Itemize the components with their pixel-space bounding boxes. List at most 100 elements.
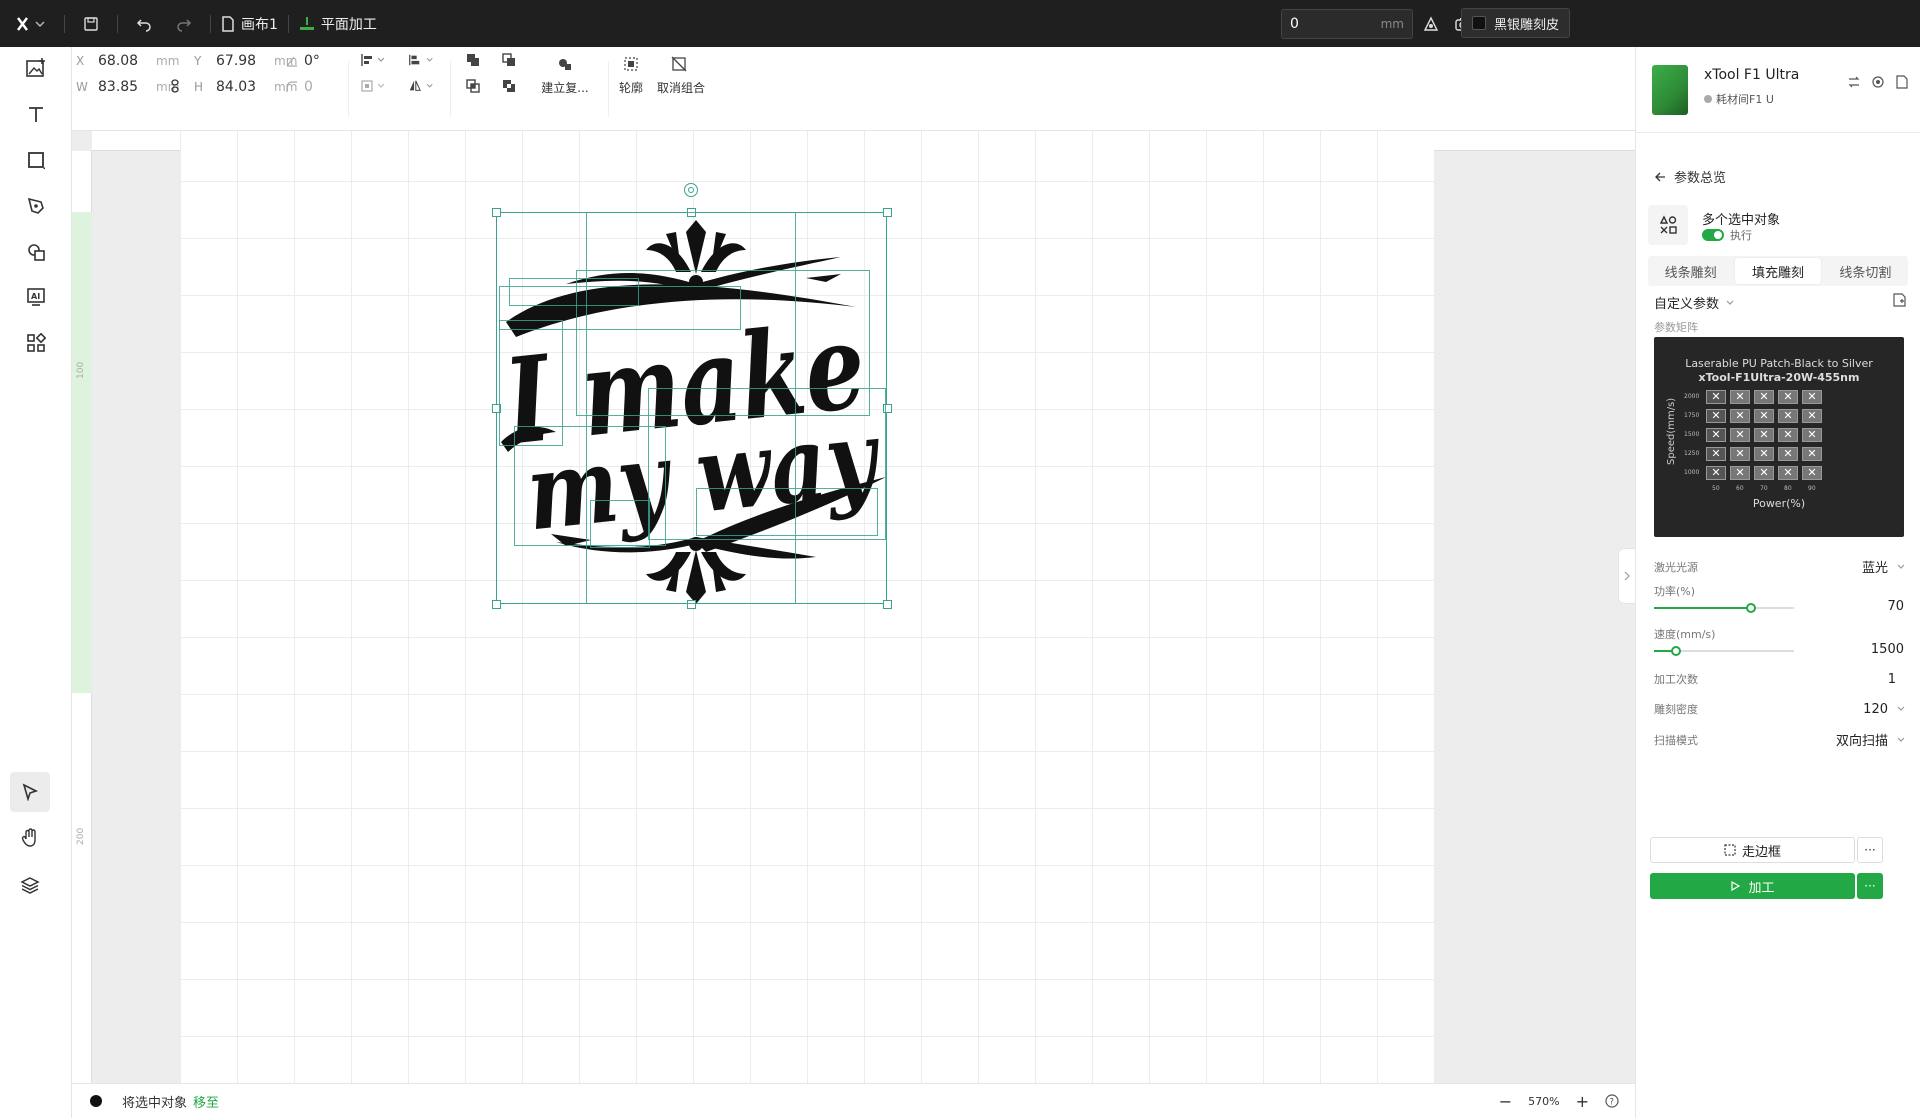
speed-slider-knob[interactable]: [1671, 646, 1682, 656]
h-field[interactable]: H 84.03 mm: [194, 79, 297, 95]
outline-label[interactable]: 轮廓: [612, 79, 650, 96]
resize-handle[interactable]: [492, 208, 501, 217]
matrix-cell[interactable]: ✕: [1802, 428, 1822, 442]
align-icon[interactable]: [360, 47, 386, 73]
canvas-area[interactable]: 0 100 200 100 200 I make my way: [72, 131, 1635, 1083]
logo-icon[interactable]: [8, 8, 54, 40]
shape-tool-button[interactable]: [16, 140, 56, 180]
array-icon[interactable]: [360, 73, 386, 99]
matrix-cell[interactable]: ✕: [1706, 428, 1726, 442]
matrix-cell[interactable]: ✕: [1706, 466, 1726, 480]
matrix-cell[interactable]: ✕: [1778, 466, 1798, 480]
matrix-cell[interactable]: ✕: [1754, 390, 1774, 404]
text-tool-button[interactable]: [16, 94, 56, 134]
zoom-level[interactable]: 570%: [1528, 1095, 1559, 1108]
matrix-cell[interactable]: ✕: [1778, 390, 1798, 404]
scan-mode-row[interactable]: 扫描模式 双向扫描: [1654, 730, 1906, 749]
y-field[interactable]: Y 67.98 mm: [194, 53, 297, 69]
resize-handle[interactable]: [883, 208, 892, 217]
switch-device-icon[interactable]: [1847, 75, 1861, 89]
tab-line-cut[interactable]: 线条切割: [1823, 256, 1908, 286]
matrix-cell[interactable]: ✕: [1754, 409, 1774, 423]
back-arrow-icon[interactable]: [1654, 171, 1666, 183]
zoom-in-icon[interactable]: +: [1576, 1092, 1589, 1111]
move-to-link[interactable]: 移至: [193, 1092, 219, 1111]
matrix-cell[interactable]: ✕: [1802, 466, 1822, 480]
passes-row[interactable]: 加工次数 1: [1654, 671, 1906, 687]
execute-toggle[interactable]: [1702, 229, 1724, 241]
help-icon[interactable]: ?: [1605, 1094, 1619, 1108]
density-row[interactable]: 雕刻密度 120: [1654, 701, 1906, 717]
matrix-cell[interactable]: ✕: [1778, 428, 1798, 442]
exclude-icon[interactable]: [496, 73, 522, 99]
elements-tool-button[interactable]: [16, 232, 56, 272]
tab-fill-engrave[interactable]: 填充雕刻: [1735, 258, 1821, 284]
hand-tool-button[interactable]: [10, 818, 50, 858]
matrix-cell[interactable]: ✕: [1730, 409, 1750, 423]
process-more-button[interactable]: ···: [1857, 873, 1883, 899]
matrix-cell[interactable]: ✕: [1802, 409, 1822, 423]
frame-more-button[interactable]: ···: [1857, 837, 1883, 863]
work-board[interactable]: I make my way: [180, 131, 1434, 1083]
matrix-cell[interactable]: ✕: [1778, 409, 1798, 423]
subtract-icon[interactable]: [496, 47, 522, 73]
canvas-tab[interactable]: 画布1: [221, 14, 278, 34]
flip-icon[interactable]: [408, 73, 434, 99]
collapse-panel-tab[interactable]: [1618, 548, 1635, 604]
x-field[interactable]: X 68.08 mm: [76, 53, 179, 69]
power-slider-knob[interactable]: [1745, 603, 1756, 613]
color-dot[interactable]: [90, 1095, 102, 1107]
rotate-handle-icon[interactable]: [684, 183, 698, 197]
matrix-cell[interactable]: ✕: [1730, 428, 1750, 442]
undo-icon[interactable]: [128, 8, 160, 40]
ungroup-icon[interactable]: [666, 51, 692, 77]
select-tool-button[interactable]: [10, 772, 50, 812]
frame-button[interactable]: 走边框: [1650, 837, 1855, 863]
matrix-cell[interactable]: ✕: [1730, 466, 1750, 480]
matrix-cell[interactable]: ✕: [1706, 447, 1726, 461]
matrix-cell[interactable]: ✕: [1802, 447, 1822, 461]
layers-tool-button[interactable]: [10, 865, 50, 905]
mode-selector[interactable]: 平面加工: [299, 14, 377, 34]
laser-source-row[interactable]: 激光光源 蓝光: [1654, 557, 1906, 576]
intersect-icon[interactable]: [460, 73, 486, 99]
power-value[interactable]: 70: [1887, 599, 1904, 614]
parameter-matrix[interactable]: Laserable PU Patch-Black to Silver xTool…: [1654, 337, 1904, 537]
zoom-out-icon[interactable]: −: [1499, 1092, 1512, 1111]
image-tool-button[interactable]: [16, 48, 56, 88]
matrix-cell[interactable]: ✕: [1778, 447, 1798, 461]
speed-value[interactable]: 1500: [1871, 642, 1904, 657]
matrix-cell[interactable]: ✕: [1754, 447, 1774, 461]
outline-icon[interactable]: [618, 51, 644, 77]
device-name[interactable]: xTool F1 Ultra: [1704, 67, 1799, 83]
matrix-cell[interactable]: ✕: [1730, 390, 1750, 404]
material-selector[interactable]: 黑银雕刻皮: [1461, 8, 1571, 38]
power-slider[interactable]: [1654, 603, 1794, 613]
custom-param-dropdown[interactable]: 自定义参数: [1654, 293, 1735, 312]
compound-path-icon[interactable]: [552, 51, 578, 77]
matrix-cell[interactable]: ✕: [1706, 390, 1726, 404]
apps-tool-button[interactable]: [16, 323, 56, 363]
corner-radius-field[interactable]: 0: [286, 79, 313, 95]
pen-tool-button[interactable]: [16, 186, 56, 226]
rotation-field[interactable]: 0°: [286, 53, 320, 69]
autofocus-icon[interactable]: [1415, 8, 1447, 40]
speed-slider[interactable]: [1654, 646, 1794, 656]
save-icon[interactable]: [75, 8, 107, 40]
lock-ratio-icon[interactable]: [162, 73, 188, 99]
height-input[interactable]: 0 mm: [1281, 9, 1413, 39]
union-icon[interactable]: [460, 47, 486, 73]
matrix-cell[interactable]: ✕: [1754, 466, 1774, 480]
settings-icon[interactable]: [1871, 75, 1885, 89]
resize-handle[interactable]: [883, 600, 892, 609]
resize-handle[interactable]: [492, 600, 501, 609]
process-button[interactable]: 加工: [1650, 873, 1855, 899]
save-preset-icon[interactable]: [1892, 293, 1906, 307]
ungroup-label[interactable]: 取消组合: [654, 79, 708, 96]
section-header[interactable]: 参数总览: [1654, 167, 1726, 186]
tab-line-engrave[interactable]: 线条雕刻: [1648, 256, 1733, 286]
ai-tool-button[interactable]: AI: [16, 277, 56, 317]
matrix-cell[interactable]: ✕: [1754, 428, 1774, 442]
matrix-cell[interactable]: ✕: [1730, 447, 1750, 461]
matrix-cell[interactable]: ✕: [1802, 390, 1822, 404]
